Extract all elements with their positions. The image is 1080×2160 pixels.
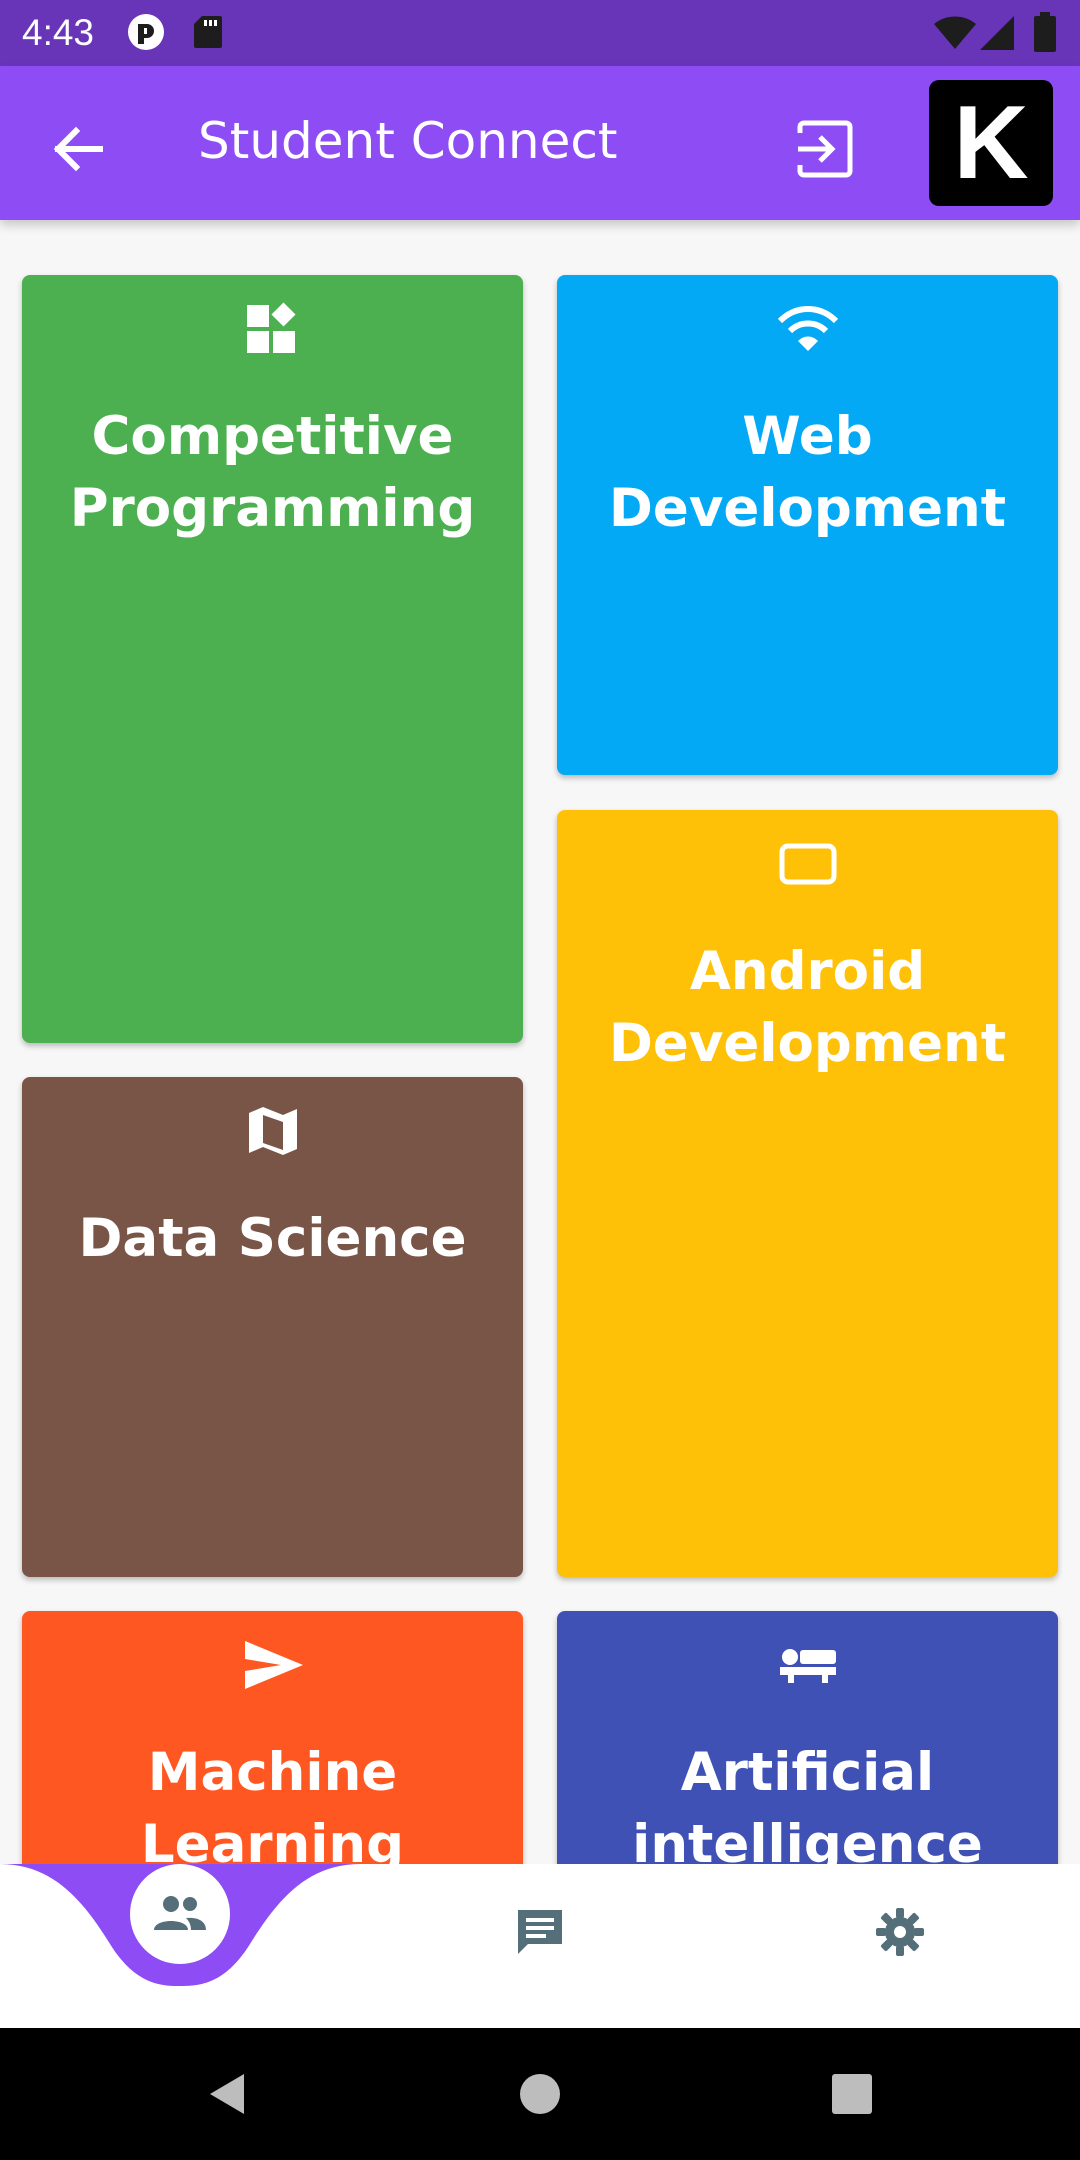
- system-navigation-bar: [0, 2028, 1080, 2160]
- category-title: Artificial intelligence: [632, 1742, 983, 1864]
- category-card-artificial-intelligence[interactable]: Artificial intelligence: [557, 1611, 1058, 1864]
- recents-square-icon: [832, 2074, 872, 2114]
- bottom-navigation: [0, 1864, 1080, 2028]
- category-grid: Competitive Programming Web Development …: [0, 220, 1080, 1864]
- category-title: Machine Learning: [140, 1742, 405, 1864]
- notification-app-icon: [126, 12, 166, 56]
- wifi-icon: [777, 306, 838, 351]
- sd-card-icon: [193, 14, 223, 54]
- cell-signal-icon: [980, 16, 1014, 54]
- send-icon: [244, 1641, 303, 1689]
- battery-icon: [1034, 12, 1056, 56]
- chat-icon: [518, 1910, 562, 1954]
- tablet-icon: [779, 843, 836, 885]
- category-title: Android Development: [608, 941, 1007, 1074]
- category-title: Competitive Programming: [69, 406, 476, 539]
- category-card-competitive-programming[interactable]: Competitive Programming: [22, 275, 523, 1043]
- home-circle-icon: [520, 2074, 560, 2114]
- nav-item-people[interactable]: [130, 1864, 230, 1964]
- category-title: Web Development: [608, 406, 1007, 539]
- category-card-android-development[interactable]: Android Development: [557, 810, 1058, 1577]
- logout-button[interactable]: [786, 109, 866, 189]
- hotel-bed-icon: [779, 1649, 836, 1683]
- nav-item-chat[interactable]: [490, 1882, 590, 1982]
- category-card-web-development[interactable]: Web Development: [557, 275, 1058, 775]
- status-time: 4:43: [22, 12, 95, 53]
- avatar[interactable]: K: [929, 80, 1053, 206]
- category-card-data-science[interactable]: Data Science: [22, 1077, 523, 1577]
- category-title: Data Science: [78, 1208, 467, 1269]
- system-home-button[interactable]: [510, 2064, 570, 2124]
- back-button[interactable]: [38, 109, 118, 189]
- app-bar: Student Connect K: [0, 66, 1080, 220]
- people-icon: [154, 1896, 206, 1930]
- arrow-back-icon: [53, 126, 103, 172]
- page-title: Student Connect: [198, 112, 618, 170]
- system-recents-button[interactable]: [822, 2064, 882, 2124]
- nav-item-settings[interactable]: [850, 1882, 950, 1982]
- system-back-button[interactable]: [198, 2064, 258, 2124]
- dashboard-widgets-icon: [246, 302, 296, 353]
- back-triangle-icon: [210, 2074, 244, 2114]
- category-card-machine-learning[interactable]: Machine Learning: [22, 1611, 523, 1864]
- status-bar: 4:43: [0, 0, 1080, 66]
- wifi-icon: [934, 16, 976, 54]
- settings-icon: [876, 1908, 924, 1956]
- map-icon: [248, 1107, 297, 1155]
- exit-to-app-icon: [797, 120, 853, 178]
